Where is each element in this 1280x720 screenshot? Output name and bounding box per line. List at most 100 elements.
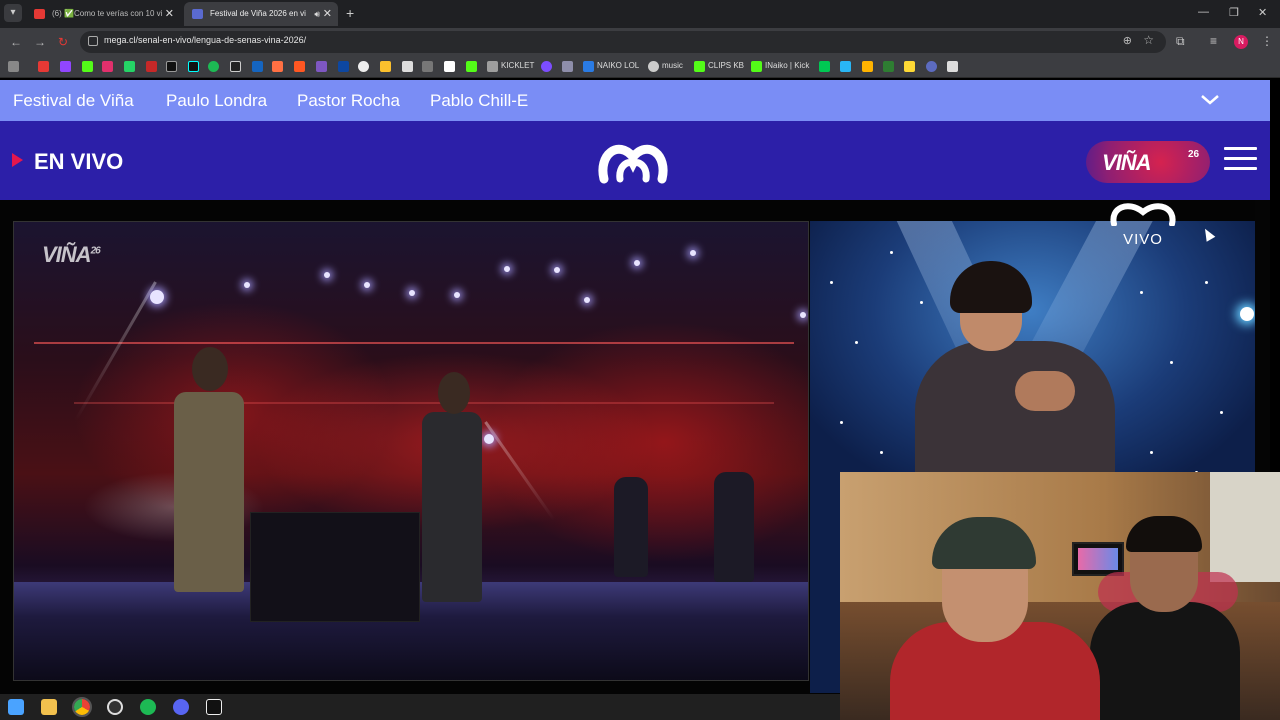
bookmark-icon[interactable] bbox=[422, 61, 433, 72]
bookmark-icon[interactable] bbox=[444, 61, 455, 72]
badge-year: 26 bbox=[1188, 149, 1200, 160]
bookmark-icon[interactable] bbox=[252, 61, 263, 72]
kicklet-icon[interactable] bbox=[487, 61, 498, 72]
back-icon[interactable]: ← bbox=[10, 35, 22, 49]
vina-2026-badge[interactable]: VIÑA 26 bbox=[1086, 141, 1210, 183]
tab-search-button[interactable]: ▾ bbox=[4, 4, 22, 22]
bookmark-label-music[interactable]: music bbox=[662, 61, 683, 70]
bookmark-label-naiko-lol[interactable]: NAIKO LOL bbox=[597, 61, 639, 70]
apps-grid-icon[interactable] bbox=[8, 61, 19, 72]
reload-icon[interactable]: ↻ bbox=[58, 35, 68, 49]
tab-festival-vina[interactable]: Festival de Viña 2026 en vi 🔊︎ ✕ bbox=[184, 2, 338, 26]
speaker-icon[interactable]: 🔊︎ bbox=[314, 2, 320, 26]
profile-avatar[interactable]: N bbox=[1234, 35, 1248, 49]
bookmark-icon[interactable] bbox=[338, 61, 349, 72]
extensions-icon[interactable]: ⧉ bbox=[1176, 34, 1185, 49]
chevron-down-icon[interactable] bbox=[1200, 88, 1220, 112]
light-beam bbox=[484, 421, 556, 522]
bookmark-label-kicklet[interactable]: KICKLET bbox=[501, 61, 534, 70]
youtube-bookmark-icon[interactable] bbox=[38, 61, 49, 72]
bookmark-icon[interactable] bbox=[862, 61, 873, 72]
spotify-icon[interactable] bbox=[140, 699, 156, 715]
restore-icon[interactable]: ❐ bbox=[1229, 6, 1239, 19]
bookmark-icon[interactable] bbox=[466, 61, 477, 72]
bookmark-icon[interactable] bbox=[380, 61, 391, 72]
chrome-icon[interactable] bbox=[72, 697, 92, 717]
whatsapp-bookmark-icon[interactable] bbox=[124, 61, 135, 72]
interpreter-hands bbox=[1015, 371, 1075, 411]
bookmark-icon[interactable] bbox=[840, 61, 851, 72]
stage-truss bbox=[34, 342, 794, 344]
stage-light bbox=[584, 297, 590, 303]
instagram-bookmark-icon[interactable] bbox=[102, 61, 113, 72]
close-window-icon[interactable]: ✕ bbox=[1258, 6, 1267, 19]
minimize-icon[interactable]: — bbox=[1198, 6, 1209, 18]
stage-light bbox=[554, 267, 560, 273]
site-info-icon[interactable] bbox=[88, 36, 98, 46]
menu-icon[interactable] bbox=[1224, 147, 1257, 177]
bookmark-label-clips-kb[interactable]: CLIPS KB bbox=[708, 61, 744, 70]
nav-link-festival-vina[interactable]: Festival de Viña bbox=[13, 91, 134, 111]
bookmark-icon[interactable] bbox=[883, 61, 894, 72]
bookmark-label-naiko-kick[interactable]: INaiko | Kick bbox=[765, 61, 809, 70]
app-icon[interactable] bbox=[206, 699, 222, 715]
bookmark-icon[interactable] bbox=[272, 61, 283, 72]
bookmark-icon[interactable] bbox=[541, 61, 552, 72]
bookmark-icon[interactable] bbox=[316, 61, 327, 72]
music-icon[interactable] bbox=[648, 61, 659, 72]
performer-head bbox=[192, 347, 228, 391]
stage-light bbox=[364, 282, 370, 288]
clips-kb-icon[interactable] bbox=[694, 61, 705, 72]
forward-icon[interactable]: → bbox=[34, 35, 46, 49]
obs-icon[interactable] bbox=[107, 699, 123, 715]
performer-left bbox=[174, 392, 244, 592]
site-header: EN VIVO VIÑA 26 bbox=[0, 121, 1270, 200]
close-icon[interactable]: ✕ bbox=[323, 2, 332, 26]
browser-menu-icon[interactable]: ⋮ bbox=[1261, 34, 1273, 48]
stage-light bbox=[800, 312, 806, 318]
nav-link-pastor-rocha[interactable]: Pastor Rocha bbox=[297, 91, 400, 111]
bookmark-icon[interactable] bbox=[926, 61, 937, 72]
bookmark-icon[interactable] bbox=[819, 61, 830, 72]
zoom-icon[interactable]: ⊕ bbox=[1123, 34, 1132, 47]
browser-toolbar: ← → ↻ mega.cl/senal-en-vivo/lengua-de-se… bbox=[0, 28, 1280, 56]
room-window bbox=[1210, 472, 1280, 582]
band-member bbox=[714, 472, 754, 582]
nav-link-paulo-londra[interactable]: Paulo Londra bbox=[166, 91, 267, 111]
x-bookmark-icon[interactable] bbox=[166, 61, 177, 72]
bookmark-icon[interactable] bbox=[402, 61, 413, 72]
star-dot bbox=[1140, 291, 1143, 294]
media-control-icon[interactable]: ≡ bbox=[1210, 34, 1217, 48]
tiktok-bookmark-icon[interactable] bbox=[188, 61, 199, 72]
live-label[interactable]: EN VIVO bbox=[34, 149, 123, 175]
streamer-right-body bbox=[1090, 602, 1240, 720]
bookmark-star-icon[interactable]: ☆ bbox=[1143, 33, 1154, 47]
bookmark-icon[interactable] bbox=[230, 61, 241, 72]
kick-icon[interactable] bbox=[751, 61, 762, 72]
bookmark-icon[interactable] bbox=[947, 61, 958, 72]
stage-video-feed[interactable]: VIÑA26 bbox=[13, 221, 809, 681]
discord-icon[interactable] bbox=[173, 699, 189, 715]
tab-youtube[interactable]: (6) ✅Como te verías con 10 vi ✕ bbox=[26, 2, 180, 26]
bookmark-icon[interactable] bbox=[358, 61, 369, 72]
bookmark-icon[interactable] bbox=[904, 61, 915, 72]
address-bar[interactable]: mega.cl/senal-en-vivo/lengua-de-senas-vi… bbox=[80, 31, 1166, 53]
windows-start-icon[interactable] bbox=[8, 699, 24, 715]
kick-bookmark-icon[interactable] bbox=[82, 61, 93, 72]
spotify-bookmark-icon[interactable] bbox=[208, 61, 219, 72]
bookmark-icon[interactable] bbox=[146, 61, 157, 72]
stage-light bbox=[504, 266, 510, 272]
twitch-bookmark-icon[interactable] bbox=[60, 61, 71, 72]
youtube-icon bbox=[34, 9, 45, 19]
new-tab-button[interactable]: + bbox=[346, 5, 354, 21]
bookmark-icon[interactable] bbox=[294, 61, 305, 72]
mega-logo[interactable] bbox=[598, 135, 668, 185]
bookmark-icon[interactable] bbox=[562, 61, 573, 72]
file-explorer-icon[interactable] bbox=[41, 699, 57, 715]
close-icon[interactable]: ✕ bbox=[165, 2, 174, 26]
nav-link-pablo-chill-e[interactable]: Pablo Chill-E bbox=[430, 91, 528, 111]
naiko-lol-icon[interactable] bbox=[583, 61, 594, 72]
light-flare bbox=[1240, 307, 1254, 321]
performer-head bbox=[438, 372, 470, 414]
background-monitor bbox=[1072, 542, 1124, 576]
